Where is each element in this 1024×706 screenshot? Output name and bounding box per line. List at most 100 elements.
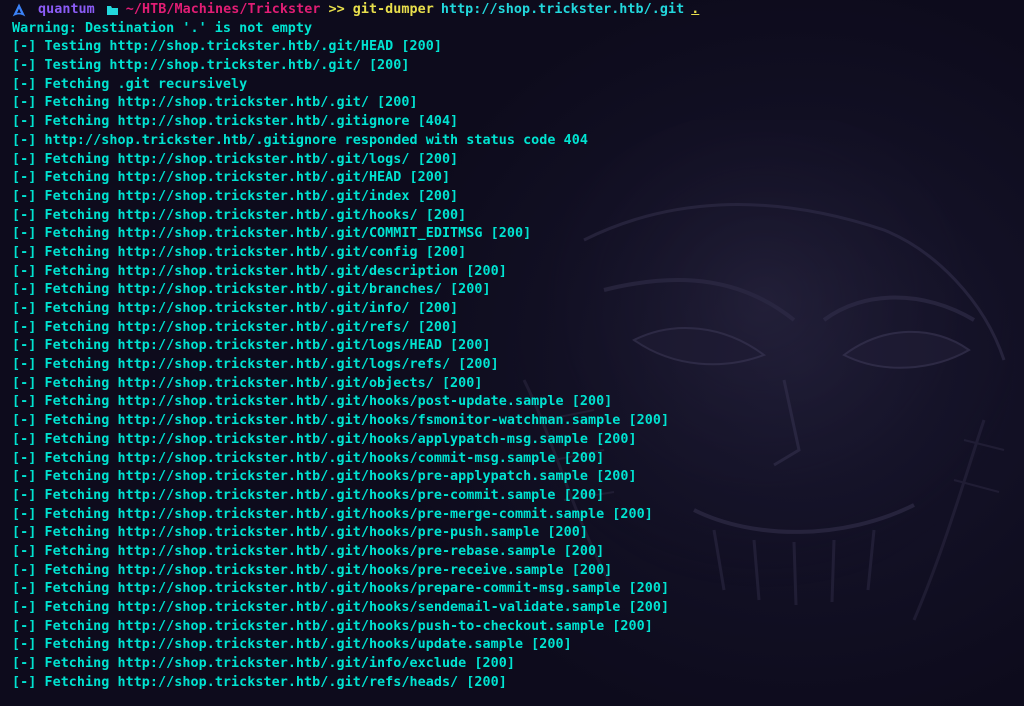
arch-linux-icon [12, 3, 26, 17]
log-line: [-] Fetching http://shop.trickster.htb/.… [12, 524, 1020, 543]
log-line-text: Fetching http://shop.trickster.htb/.git/… [44, 618, 653, 634]
log-line-tag: [-] [12, 76, 37, 92]
log-line: [-] Fetching http://shop.trickster.htb/.… [12, 356, 1020, 375]
log-line-tag: [-] [12, 58, 37, 74]
log-line-text: Fetching http://shop.trickster.htb/.git/… [44, 506, 653, 522]
log-line-text: Fetching http://shop.trickster.htb/.git/… [44, 207, 467, 223]
log-line-tag: [-] [12, 188, 37, 204]
log-line-tag: [-] [12, 301, 37, 316]
log-line-tag: [-] [12, 469, 37, 485]
log-line-tag: [-] [12, 244, 37, 260]
command-destination-argument: . [691, 2, 700, 17]
log-line: [-] Fetching http://shop.trickster.htb/.… [12, 543, 1020, 562]
log-line: [-] Fetching http://shop.trickster.htb/.… [12, 319, 1020, 338]
log-line-text: Fetching http://shop.trickster.htb/.git/… [44, 431, 637, 447]
log-line-text: Fetching http://shop.trickster.htb/.git/… [44, 394, 613, 410]
log-line-tag: [-] [12, 394, 37, 410]
log-line: [-] Fetching http://shop.trickster.htb/.… [12, 169, 1020, 188]
log-line-text: Fetching http://shop.trickster.htb/.git/… [44, 226, 532, 242]
log-line-text: Fetching http://shop.trickster.htb/.git/… [44, 319, 459, 335]
log-line-text: Fetching http://shop.trickster.htb/.git/… [44, 338, 491, 354]
log-line-tag: [-] [12, 656, 37, 672]
log-line-tag: [-] [12, 263, 37, 279]
log-line-text: Fetching http://shop.trickster.htb/.git/… [44, 562, 613, 578]
log-line: [-] Fetching http://shop.trickster.htb/.… [12, 375, 1020, 394]
log-line: [-] Fetching http://shop.trickster.htb/.… [12, 263, 1020, 282]
log-line-tag: [-] [12, 114, 37, 130]
log-line: [-] Fetching http://shop.trickster.htb/.… [12, 655, 1020, 674]
log-line-tag: [-] [12, 375, 37, 391]
log-line: [-] Fetching http://shop.trickster.htb/.… [12, 450, 1020, 469]
warning-message: Warning: Destination '.' is not empty [12, 20, 313, 36]
log-line: [-] Fetching http://shop.trickster.htb/.… [12, 337, 1020, 356]
log-line: [-] Fetching http://shop.trickster.htb/.… [12, 599, 1020, 618]
log-line: [-] Fetching http://shop.trickster.htb/.… [12, 506, 1020, 525]
log-line: [-] Fetching http://shop.trickster.htb/.… [12, 225, 1020, 244]
log-line-tag: [-] [12, 525, 37, 541]
log-line-tag: [-] [12, 39, 37, 55]
log-line-text: Fetching http://shop.trickster.htb/.git/… [44, 413, 670, 429]
log-line-text: Fetching http://shop.trickster.htb/.giti… [44, 114, 459, 130]
log-line: [-] Fetching http://shop.trickster.htb/.… [12, 207, 1020, 226]
log-line: [-] Fetching http://shop.trickster.htb/.… [12, 393, 1020, 412]
log-line: [-] Fetching http://shop.trickster.htb/.… [12, 188, 1020, 207]
log-line-tag: [-] [12, 95, 37, 111]
log-line: [-] Fetching http://shop.trickster.htb/.… [12, 636, 1020, 655]
log-line: [-] Fetching http://shop.trickster.htb/.… [12, 244, 1020, 263]
log-line-text: Fetching http://shop.trickster.htb/.git/… [44, 581, 670, 597]
log-line-text: Fetching http://shop.trickster.htb/.git/… [44, 263, 507, 279]
log-line-tag: [-] [12, 618, 37, 634]
log-line: [-] Fetching http://shop.trickster.htb/.… [12, 151, 1020, 170]
log-line-text: Fetching http://shop.trickster.htb/.git/… [44, 188, 459, 204]
log-line-tag: [-] [12, 338, 37, 354]
log-line-tag: [-] [12, 413, 37, 429]
log-line-text: Fetching http://shop.trickster.htb/.git/… [44, 469, 637, 485]
log-line-tag: [-] [12, 226, 37, 242]
log-line: [-] Fetching http://shop.trickster.htb/.… [12, 618, 1020, 637]
log-line: [-] Testing http://shop.trickster.htb/.g… [12, 57, 1020, 76]
log-line-tag: [-] [12, 487, 37, 503]
log-line-text: Fetching http://shop.trickster.htb/.git/… [44, 95, 418, 111]
prompt-separator: >> [328, 2, 345, 17]
log-line-tag: [-] [12, 637, 37, 653]
log-line-text: Fetching http://shop.trickster.htb/.git/… [44, 525, 588, 541]
prompt-current-directory: ~/HTB/Machines/Trickster [125, 2, 321, 17]
command-url-argument: http://shop.trickster.htb/.git [440, 2, 685, 17]
log-line-tag: [-] [12, 450, 37, 466]
log-line: [-] Fetching http://shop.trickster.htb/.… [12, 113, 1020, 132]
log-line: [-] Fetching http://shop.trickster.htb/.… [12, 412, 1020, 431]
log-line: [-] Fetching http://shop.trickster.htb/.… [12, 562, 1020, 581]
log-line-text: Fetching http://shop.trickster.htb/.git/… [44, 282, 491, 298]
log-line-tag: [-] [12, 562, 37, 578]
prompt-username: quantum [38, 2, 95, 17]
log-line: [-] Fetching http://shop.trickster.htb/.… [12, 300, 1020, 319]
log-line: [-] Fetching http://shop.trickster.htb/.… [12, 468, 1020, 487]
log-line-tag: [-] [12, 581, 37, 597]
terminal-window[interactable]: quantum ~/HTB/Machines/Trickster >> git-… [0, 0, 1024, 706]
log-line-tag: [-] [12, 357, 37, 373]
log-line-tag: [-] [12, 151, 37, 167]
folder-icon [106, 5, 118, 15]
log-lines: [-] Testing http://shop.trickster.htb/.g… [12, 38, 1020, 692]
log-line: [-] Fetching http://shop.trickster.htb/.… [12, 281, 1020, 300]
log-line: [-] Testing http://shop.trickster.htb/.g… [12, 38, 1020, 57]
log-line-text: Fetching http://shop.trickster.htb/.git/… [44, 543, 605, 559]
log-line-tag: [-] [12, 132, 37, 148]
log-line: [-] Fetching http://shop.trickster.htb/.… [12, 487, 1020, 506]
command-name: git-dumper [352, 2, 434, 17]
log-line-tag: [-] [12, 431, 37, 447]
log-line-text: Testing http://shop.trickster.htb/.git/ … [44, 58, 410, 74]
log-line-tag: [-] [12, 543, 37, 559]
log-line-text: Fetching http://shop.trickster.htb/.git/… [44, 600, 670, 615]
log-line-text: Fetching http://shop.trickster.htb/.git/… [44, 450, 605, 466]
log-line: [-] Fetching http://shop.trickster.htb/.… [12, 431, 1020, 450]
log-line-text: http://shop.trickster.htb/.gitignore res… [44, 132, 588, 148]
log-line-text: Fetching http://shop.trickster.htb/.git/… [44, 487, 605, 503]
log-line: [-] Fetching .git recursively [12, 76, 1020, 95]
log-line-tag: [-] [12, 319, 37, 335]
shell-prompt: quantum ~/HTB/Machines/Trickster >> git-… [12, 1, 1020, 20]
terminal-output: quantum ~/HTB/Machines/Trickster >> git-… [12, 1, 1020, 692]
log-line-text: Testing http://shop.trickster.htb/.git/H… [44, 39, 442, 55]
log-line-tag: [-] [12, 506, 37, 522]
log-line-text: Fetching .git recursively [44, 76, 248, 92]
